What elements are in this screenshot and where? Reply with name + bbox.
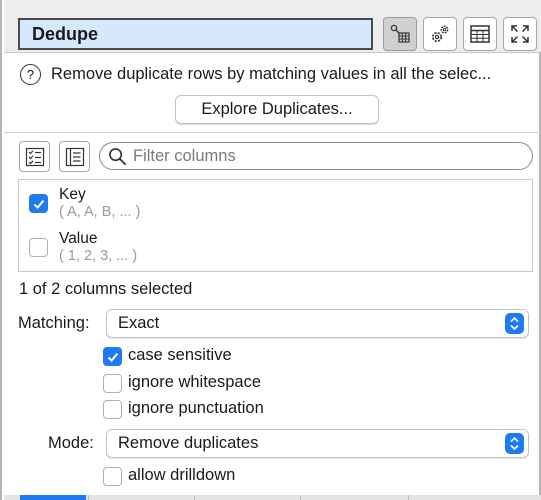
matching-value: Exact (118, 314, 160, 332)
bottom-tab-bar (4, 495, 541, 500)
mode-select[interactable]: Remove duplicates (106, 429, 529, 458)
column-list: Key ( A, A, B, ... ) Value ( 1, 2, 3, ..… (18, 179, 533, 272)
column-sample: ( A, A, B, ... ) (59, 204, 141, 220)
matching-select[interactable]: Exact (106, 309, 529, 338)
dedupe-panel: Dedupe ? Remove duplicate rows by matchi… (0, 0, 541, 500)
description-text: Remove duplicate rows by matching values… (51, 64, 492, 83)
gears-icon (432, 25, 449, 42)
column-name: Key (59, 186, 86, 203)
ignore-whitespace-checkbox[interactable] (103, 374, 122, 393)
case-sensitive-checkbox[interactable] (103, 347, 122, 366)
list-icon (65, 147, 84, 166)
node-table-button[interactable] (383, 17, 417, 51)
table-icon (470, 25, 490, 43)
active-tab-indicator[interactable] (20, 495, 86, 500)
description-row: ? Remove duplicate rows by matching valu… (20, 62, 535, 86)
deselect-all-columns-button[interactable] (59, 141, 90, 172)
search-icon (109, 147, 127, 165)
chevron-updown-icon (505, 313, 524, 334)
allow-drilldown-checkbox[interactable] (103, 467, 122, 486)
filter-columns-field[interactable] (99, 142, 533, 170)
checklist-icon (25, 147, 44, 166)
option-label: case sensitive (128, 346, 232, 364)
chevron-updown-icon (505, 433, 524, 454)
select-all-columns-button[interactable] (19, 141, 50, 172)
settings-button[interactable] (423, 17, 457, 51)
explore-duplicates-button[interactable]: Explore Duplicates... (175, 95, 379, 124)
tab-divider (408, 495, 409, 500)
mode-value: Remove duplicates (118, 434, 259, 452)
panel-header: Dedupe (4, 0, 541, 53)
node-table-icon (390, 24, 410, 43)
checkmark-icon (107, 352, 118, 362)
checkmark-icon (33, 199, 44, 209)
matching-label: Matching: (18, 314, 90, 332)
option-label: ignore punctuation (128, 399, 264, 417)
divider (4, 132, 541, 133)
option-label: ignore whitespace (128, 373, 261, 391)
ignore-punctuation-checkbox[interactable] (103, 400, 122, 419)
column-key-checkbox[interactable] (29, 194, 48, 213)
tab-divider (194, 495, 195, 500)
expand-icon (511, 25, 529, 43)
expand-button[interactable] (503, 17, 537, 51)
column-sample: ( 1, 2, 3, ... ) (59, 248, 138, 264)
selected-count: 1 of 2 columns selected (19, 280, 193, 298)
filter-columns-input[interactable] (133, 146, 513, 166)
help-icon[interactable]: ? (20, 63, 41, 85)
step-title-field[interactable]: Dedupe (18, 18, 373, 50)
column-value-checkbox[interactable] (29, 238, 48, 257)
tab-divider (300, 495, 301, 500)
mode-label: Mode: (48, 434, 94, 452)
column-name: Value (59, 230, 98, 247)
option-label: allow drilldown (128, 466, 236, 484)
tab-divider (88, 495, 89, 500)
table-view-button[interactable] (463, 17, 497, 51)
